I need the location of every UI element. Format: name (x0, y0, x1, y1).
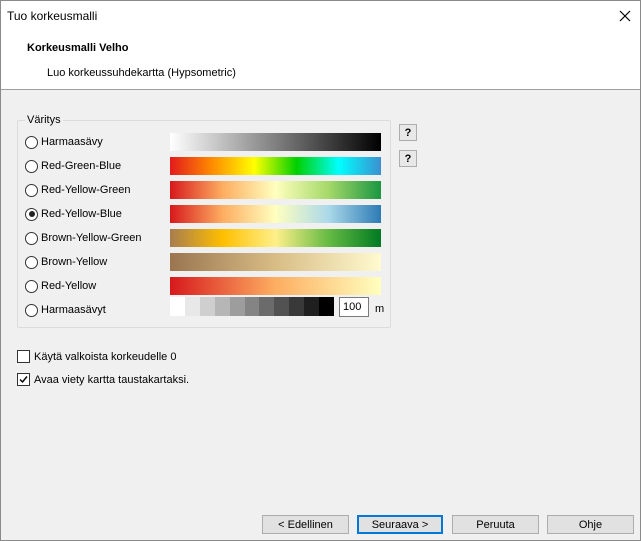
dialog-window: Tuo korkeusmalli Korkeusmalli Velho Luo … (0, 0, 641, 541)
gray-step (274, 297, 290, 316)
white-zero-checkbox[interactable] (17, 350, 30, 363)
gray-step (214, 297, 230, 316)
color-ramp-swatch (170, 253, 381, 271)
gray-step (229, 297, 245, 316)
wizard-header: Korkeusmalli Velho Luo korkeussuhdekartt… (1, 31, 640, 90)
coloring-option-label: Red-Yellow (41, 280, 97, 292)
cancel-button[interactable]: Peruuta (452, 515, 539, 534)
step-unit-label: m (375, 303, 385, 315)
coloring-option-2[interactable]: Red-Yellow-Green (25, 180, 130, 200)
coloring-group-label: Väritys (25, 114, 63, 126)
help-button-1[interactable]: ? (399, 124, 417, 141)
step-size-input[interactable]: 100 (339, 297, 369, 317)
gray-step (304, 297, 320, 316)
wizard-title: Korkeusmalli Velho (27, 42, 129, 54)
grayscale-steps-swatch (170, 297, 334, 316)
open-background-checkbox[interactable] (17, 373, 30, 386)
color-ramp-swatch (170, 205, 381, 223)
coloring-option-label: Harmaasävy (41, 136, 103, 148)
next-button[interactable]: Seuraava > (357, 515, 443, 534)
gray-step (244, 297, 260, 316)
wizard-subtitle: Luo korkeussuhdekartta (Hypsometric) (47, 67, 236, 79)
white-zero-label: Käytä valkoista korkeudelle 0 (34, 350, 177, 363)
coloring-option-5[interactable]: Brown-Yellow (25, 252, 107, 272)
radio-button[interactable] (25, 159, 38, 173)
back-button[interactable]: < Edellinen (262, 515, 349, 534)
window-title: Tuo korkeusmalli (7, 9, 98, 23)
color-ramp-swatch (170, 133, 381, 151)
close-icon (619, 10, 631, 22)
color-ramp-swatch (170, 229, 381, 247)
radio-button[interactable] (25, 231, 38, 245)
help-button[interactable]: Ohje (547, 515, 634, 534)
radio-button[interactable] (25, 207, 38, 221)
coloring-option-3[interactable]: Red-Yellow-Blue (25, 204, 122, 224)
coloring-option-label: Brown-Yellow-Green (41, 232, 142, 244)
coloring-option-6[interactable]: Red-Yellow (25, 276, 96, 296)
radio-button[interactable] (25, 279, 38, 293)
title-bar: Tuo korkeusmalli (1, 1, 640, 31)
open-background-label: Avaa viety kartta taustakartaksi. (34, 373, 190, 386)
coloring-option-label: Red-Green-Blue (41, 160, 122, 172)
close-button[interactable] (610, 1, 640, 31)
color-ramp-swatch (170, 181, 381, 199)
radio-button[interactable] (25, 255, 38, 269)
coloring-option-label: Red-Yellow-Blue (41, 208, 122, 220)
coloring-option-4[interactable]: Brown-Yellow-Green (25, 228, 141, 248)
coloring-option-0[interactable]: Harmaasävy (25, 132, 103, 152)
gray-step (319, 297, 334, 316)
help-button-2[interactable]: ? (399, 150, 417, 167)
coloring-option-label: Red-Yellow-Green (41, 184, 131, 196)
gray-step (170, 297, 185, 316)
coloring-option-label: Brown-Yellow (41, 256, 108, 268)
radio-button[interactable] (25, 303, 38, 317)
open-background-checkbox-row[interactable]: Avaa viety kartta taustakartaksi. (17, 373, 189, 386)
radio-button[interactable] (25, 183, 38, 197)
white-zero-checkbox-row[interactable]: Käytä valkoista korkeudelle 0 (17, 350, 176, 363)
coloring-option-label: Harmaasävyt (41, 304, 106, 316)
coloring-option-1[interactable]: Red-Green-Blue (25, 156, 121, 176)
gray-step (184, 297, 200, 316)
radio-button[interactable] (25, 135, 38, 149)
gray-step (259, 297, 275, 316)
gray-step (289, 297, 305, 316)
color-ramp-swatch (170, 157, 381, 175)
gray-step (199, 297, 215, 316)
checkmark-icon (19, 376, 28, 384)
coloring-option-7[interactable]: Harmaasävyt (25, 300, 106, 320)
color-ramp-swatch (170, 277, 381, 295)
